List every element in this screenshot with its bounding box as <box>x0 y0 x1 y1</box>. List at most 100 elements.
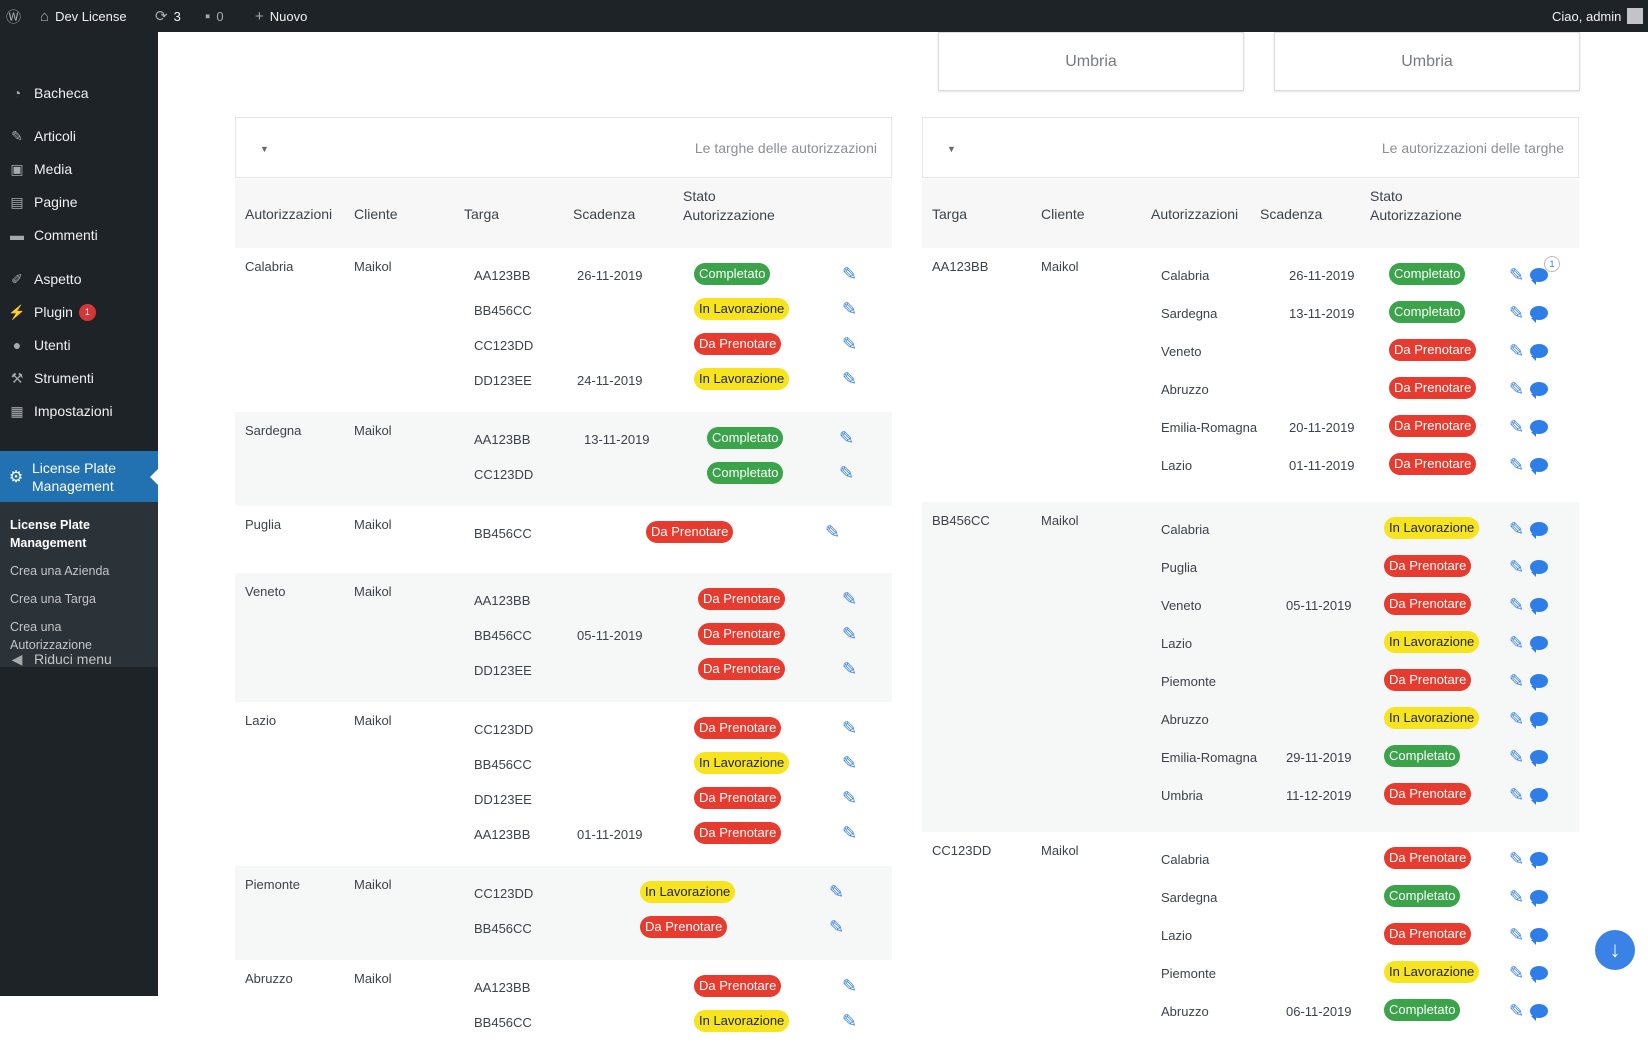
left-panel-header[interactable]: ▼ Le targhe delle autorizzazioni <box>235 117 892 178</box>
edit-pencil-icon[interactable]: ✎ <box>1509 266 1524 284</box>
new-content-link[interactable]: + Nuovo <box>255 0 307 32</box>
comment-bubble-icon[interactable] <box>1530 560 1548 577</box>
edit-pencil-icon[interactable]: ✎ <box>842 300 857 318</box>
edit-pencil-icon[interactable]: ✎ <box>842 590 857 608</box>
edit-pencil-icon[interactable]: ✎ <box>1509 558 1524 576</box>
edit-pencil-icon[interactable]: ✎ <box>829 883 844 901</box>
collapse-menu-button[interactable]: ◀ Riduci menu <box>0 644 158 674</box>
edit-pencil-icon[interactable]: ✎ <box>1509 520 1524 538</box>
edit-pencil-icon[interactable]: ✎ <box>1509 710 1524 728</box>
site-name-link[interactable]: ⌂ Dev License <box>40 0 127 32</box>
table-row: Puglia Da Prenotare ✎ <box>922 554 1579 592</box>
sidebar-item-bacheca[interactable]: ◔ Bacheca <box>0 79 158 107</box>
sidebar-item-license-plate-management[interactable]: ⚙ License Plate Management <box>0 451 158 502</box>
edit-pencil-icon[interactable]: ✎ <box>1509 1002 1524 1020</box>
comment-bubble-icon[interactable] <box>1530 420 1548 437</box>
status-badge: Completato <box>1384 885 1461 907</box>
comment-bubble-icon[interactable] <box>1530 674 1548 691</box>
edit-pencil-icon[interactable]: ✎ <box>839 429 854 447</box>
status-badge: In Lavorazione <box>694 298 790 320</box>
edit-pencil-icon[interactable]: ✎ <box>1509 786 1524 804</box>
edit-pencil-icon[interactable]: ✎ <box>825 523 840 541</box>
edit-pencil-icon[interactable]: ✎ <box>829 918 844 936</box>
edit-pencil-icon[interactable]: ✎ <box>842 1012 857 1030</box>
plate-number: DD123EE <box>474 373 532 388</box>
edit-pencil-icon[interactable]: ✎ <box>842 625 857 643</box>
status-badge: Completato <box>694 263 771 285</box>
authorization-name: Umbria <box>1161 788 1203 803</box>
edit-pencil-icon[interactable]: ✎ <box>1509 596 1524 614</box>
comment-bubble-icon[interactable] <box>1530 636 1548 653</box>
comments-link[interactable]: ▪ 0 <box>205 0 224 32</box>
table-row: AA123BB 01-11-2019 Da Prenotare ✎ <box>235 821 892 856</box>
plus-icon: + <box>255 7 264 25</box>
edit-pencil-icon[interactable]: ✎ <box>1509 634 1524 652</box>
status-badge: Da Prenotare <box>694 975 782 997</box>
edit-pencil-icon[interactable]: ✎ <box>1509 418 1524 436</box>
comment-bubble-icon[interactable] <box>1530 1004 1548 1021</box>
comment-bubble-icon[interactable] <box>1530 712 1548 729</box>
comment-bubble-icon[interactable] <box>1530 458 1548 475</box>
right-panel-header[interactable]: ▼ Le autorizzazioni delle targhe <box>922 117 1579 178</box>
comment-bubble-icon[interactable] <box>1530 928 1548 945</box>
comment-bubble-icon[interactable] <box>1530 522 1548 539</box>
submenu-item-license-plate-management[interactable]: License Plate Management <box>10 516 150 552</box>
edit-pencil-icon[interactable]: ✎ <box>839 464 854 482</box>
edit-pencil-icon[interactable]: ✎ <box>1509 926 1524 944</box>
sidebar-item-impostazioni[interactable]: ▦ Impostazioni <box>0 397 158 425</box>
submenu-item-crea-targa[interactable]: Crea una Targa <box>10 590 150 608</box>
status-badge: Da Prenotare <box>1384 593 1472 615</box>
edit-pencil-icon[interactable]: ✎ <box>842 977 857 995</box>
region-card-umbria-2[interactable]: Umbria <box>1274 32 1580 91</box>
comment-bubble-icon[interactable] <box>1530 382 1548 399</box>
edit-pencil-icon[interactable]: ✎ <box>1509 888 1524 906</box>
region-card-umbria-1[interactable]: Umbria <box>938 32 1244 91</box>
sidebar-item-media[interactable]: ▣ Media <box>0 155 158 183</box>
edit-pencil-icon[interactable]: ✎ <box>842 265 857 283</box>
status-badge: Da Prenotare <box>698 623 786 645</box>
edit-pencil-icon[interactable]: ✎ <box>1509 342 1524 360</box>
sidebar-item-label: Plugin <box>34 304 73 320</box>
wordpress-icon: Ⓦ <box>6 8 22 26</box>
account-menu[interactable]: Ciao, admin <box>1552 0 1644 32</box>
edit-pencil-icon[interactable]: ✎ <box>1509 672 1524 690</box>
edit-pencil-icon[interactable]: ✎ <box>842 660 857 678</box>
scroll-down-button[interactable]: ↓ <box>1595 930 1635 970</box>
edit-pencil-icon[interactable]: ✎ <box>1509 964 1524 982</box>
edit-pencil-icon[interactable]: ✎ <box>1509 304 1524 322</box>
comment-bubble-icon[interactable] <box>1530 788 1548 805</box>
sidebar-item-pagine[interactable]: ▤ Pagine <box>0 188 158 216</box>
updates-link[interactable]: ⟳ 3 <box>155 0 181 32</box>
sidebar-item-plugin[interactable]: ⚡ Plugin 1 <box>0 298 158 326</box>
sidebar-item-articoli[interactable]: ✎ Articoli <box>0 122 158 150</box>
submenu-item-crea-azienda[interactable]: Crea una Azienda <box>10 562 150 580</box>
edit-pencil-icon[interactable]: ✎ <box>842 824 857 842</box>
edit-pencil-icon[interactable]: ✎ <box>842 719 857 737</box>
comment-bubble-icon[interactable] <box>1530 344 1548 361</box>
comment-bubble-icon[interactable] <box>1530 598 1548 615</box>
comment-bubble-icon[interactable] <box>1530 890 1548 907</box>
comment-bubble-icon[interactable] <box>1530 750 1548 767</box>
edit-pencil-icon[interactable]: ✎ <box>1509 456 1524 474</box>
sidebar-item-utenti[interactable]: ● Utenti <box>0 331 158 359</box>
comments-icon: ▬ <box>10 227 24 243</box>
sidebar-item-strumenti[interactable]: ⚒ Strumenti <box>0 364 158 392</box>
wordpress-logo[interactable]: Ⓦ <box>6 0 21 32</box>
plate-number: AA123BB <box>474 980 531 995</box>
sidebar-item-aspetto[interactable]: ✐ Aspetto <box>0 265 158 293</box>
edit-pencil-icon[interactable]: ✎ <box>842 754 857 772</box>
edit-pencil-icon[interactable]: ✎ <box>842 370 857 388</box>
comment-bubble-icon[interactable] <box>1530 268 1548 285</box>
comment-bubble-icon[interactable] <box>1530 966 1548 983</box>
edit-pencil-icon[interactable]: ✎ <box>1509 748 1524 766</box>
edit-pencil-icon[interactable]: ✎ <box>1509 380 1524 398</box>
edit-pencil-icon[interactable]: ✎ <box>1509 850 1524 868</box>
edit-pencil-icon[interactable]: ✎ <box>842 789 857 807</box>
comment-bubble-icon[interactable] <box>1530 852 1548 869</box>
sidebar-item-commenti[interactable]: ▬ Commenti <box>0 221 158 249</box>
sidebar-item-label: License Plate Management <box>32 459 117 494</box>
comment-bubble-icon[interactable] <box>1530 306 1548 323</box>
edit-pencil-icon[interactable]: ✎ <box>842 335 857 353</box>
plate-number: DD123EE <box>474 663 532 678</box>
table-row: Lazio 01-11-2019 Da Prenotare ✎ <box>922 452 1579 490</box>
